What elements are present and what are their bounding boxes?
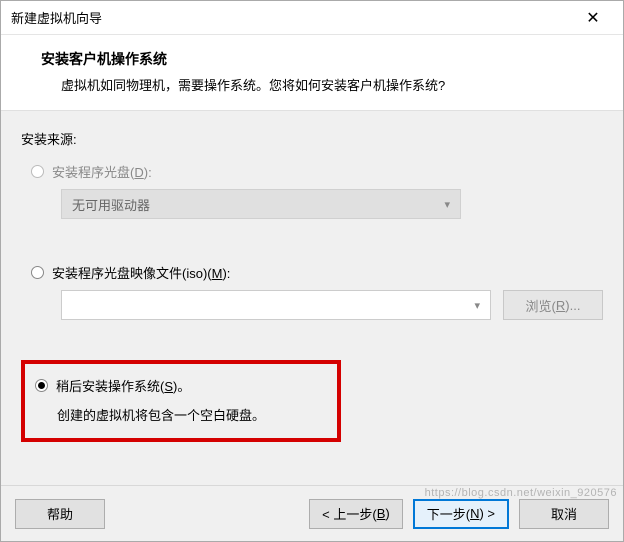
back-button[interactable]: < 上一步(B) [309,499,403,529]
install-source-label: 安装来源: [21,129,603,148]
cancel-button[interactable]: 取消 [519,499,609,529]
radio-iso-file[interactable] [31,266,44,279]
option-install-later[interactable]: 稍后安装操作系统(S)。 [31,376,323,395]
option-iso-file-label: 安装程序光盘映像文件(iso)(M): [52,263,230,282]
help-button[interactable]: 帮助 [15,499,105,529]
wizard-footer: 帮助 < 上一步(B) 下一步(N) > 取消 [1,485,623,541]
iso-path-combobox[interactable]: ▾ [61,290,491,320]
radio-installer-disc [31,165,44,178]
option-install-later-desc: 创建的虚拟机将包含一个空白硬盘。 [31,405,323,424]
chevron-down-icon: ▾ [474,299,480,312]
option-install-later-label: 稍后安装操作系统(S)。 [56,376,190,395]
wizard-window: 新建虚拟机向导 ✕ 安装客户机操作系统 虚拟机如同物理机，需要操作系统。您将如何… [0,0,624,542]
titlebar: 新建虚拟机向导 ✕ [1,1,623,35]
option-installer-disc-label: 安装程序光盘(D): [52,162,152,181]
option-installer-disc: 安装程序光盘(D): [21,162,603,181]
wizard-body: 安装来源: 安装程序光盘(D): 无可用驱动器 ▾ 安装程序光盘映像文件(iso… [1,111,623,485]
browse-button: 浏览(R)... [503,290,603,320]
header-title: 安装客户机操作系统 [41,49,603,69]
highlight-box: 稍后安装操作系统(S)。 创建的虚拟机将包含一个空白硬盘。 [21,360,341,442]
disc-drive-dropdown[interactable]: 无可用驱动器 ▾ [61,189,461,219]
chevron-down-icon: ▾ [444,198,450,211]
option-iso-file[interactable]: 安装程序光盘映像文件(iso)(M): [21,263,603,282]
close-icon: ✕ [586,8,599,28]
header-subtitle: 虚拟机如同物理机，需要操作系统。您将如何安装客户机操作系统? [41,75,603,94]
disc-drive-value: 无可用驱动器 [72,195,150,214]
radio-install-later[interactable] [35,379,48,392]
close-button[interactable]: ✕ [573,4,613,32]
next-button[interactable]: 下一步(N) > [413,499,509,529]
window-title: 新建虚拟机向导 [11,8,573,27]
wizard-header: 安装客户机操作系统 虚拟机如同物理机，需要操作系统。您将如何安装客户机操作系统? [1,35,623,111]
